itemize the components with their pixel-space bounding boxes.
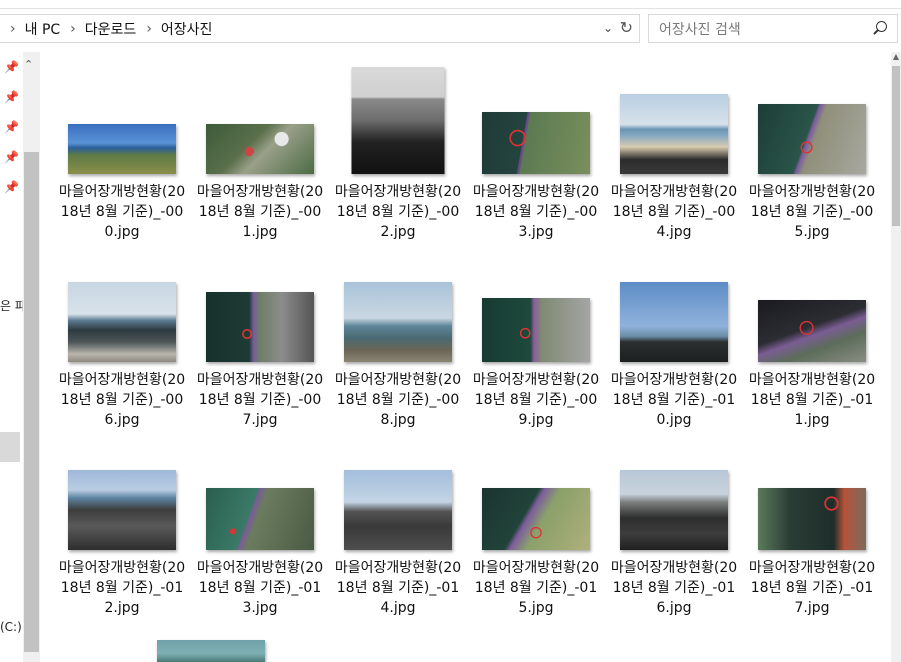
breadcrumb-downloads[interactable]: 다운로드	[85, 19, 137, 39]
file-thumbnail[interactable]	[157, 640, 265, 662]
file-thumbnail[interactable]	[758, 104, 866, 174]
file-name[interactable]: 마을어장개방현황(2018년 8월 기준)_-012.jpg	[57, 558, 187, 618]
scroll-up-icon[interactable]: ⌃	[24, 58, 33, 71]
breadcrumb-this-pc[interactable]: 내 PC	[25, 19, 61, 39]
file-name[interactable]: 마을어장개방현황(2018년 8월 기준)_-004.jpg	[609, 182, 739, 242]
content-scrollbar-thumb[interactable]	[892, 66, 900, 226]
file-thumbnail[interactable]	[351, 67, 445, 174]
file-name[interactable]: 마을어장개방현황(2018년 8월 기준)_-017.jpg	[747, 558, 877, 618]
file-name[interactable]: 마을어장개방현황(2018년 8월 기준)_-005.jpg	[747, 182, 877, 242]
chevron-down-icon[interactable]: ⌄	[603, 21, 613, 35]
file-name[interactable]: 마을어장개방현황(2018년 8월 기준)_-015.jpg	[471, 558, 601, 618]
pin-icon[interactable]: 📌	[4, 150, 19, 164]
search-input[interactable]: 어장사진 검색	[659, 19, 869, 39]
file-thumbnail[interactable]	[344, 470, 452, 550]
file-thumbnail[interactable]	[758, 488, 866, 550]
refresh-icon[interactable]: ↻	[620, 18, 633, 37]
chevron-right-icon[interactable]: ›	[146, 21, 152, 37]
file-name[interactable]: 마을어장개방현황(2018년 8월 기준)_-000.jpg	[57, 182, 187, 242]
pin-icon[interactable]: 📌	[4, 180, 19, 194]
address-bar[interactable]: › 내 PC › 다운로드 › 어장사진 ⌄ ↻	[0, 14, 640, 43]
file-thumbnail[interactable]	[68, 470, 176, 550]
search-icon[interactable]	[869, 18, 891, 40]
file-name[interactable]: 마을어장개방현황(2018년 8월 기준)_-006.jpg	[57, 370, 187, 430]
file-thumbnail[interactable]	[344, 282, 452, 362]
content-scrollbar[interactable]: ▲	[891, 52, 901, 662]
file-name[interactable]: 마을어장개방현황(2018년 8월 기준)_-002.jpg	[333, 182, 463, 242]
file-thumbnail[interactable]	[620, 470, 728, 550]
nav-scrollbar-thumb[interactable]	[24, 152, 39, 652]
chevron-right-icon[interactable]: ›	[70, 21, 76, 37]
file-thumbnail[interactable]	[206, 488, 314, 550]
file-thumbnail[interactable]	[68, 124, 176, 174]
window-top-edge	[0, 0, 901, 9]
file-name[interactable]: 마을어장개방현황(2018년 8월 기준)_-016.jpg	[609, 558, 739, 618]
file-thumbnail[interactable]	[206, 124, 314, 174]
file-name[interactable]: 마을어장개방현황(2018년 8월 기준)_-009.jpg	[471, 370, 601, 430]
file-name[interactable]: 마을어장개방현황(2018년 8월 기준)_-014.jpg	[333, 558, 463, 618]
file-thumbnail[interactable]	[758, 300, 866, 362]
file-thumbnail[interactable]	[482, 488, 590, 550]
file-thumbnail[interactable]	[206, 292, 314, 362]
file-thumbnail[interactable]	[482, 298, 590, 362]
file-name[interactable]: 마을어장개방현황(2018년 8월 기준)_-007.jpg	[195, 370, 325, 430]
file-thumbnail[interactable]	[482, 112, 590, 174]
search-box[interactable]: 어장사진 검색	[648, 14, 898, 43]
file-name[interactable]: 마을어장개방현황(2018년 8월 기준)_-013.jpg	[195, 558, 325, 618]
breadcrumb-current-folder[interactable]: 어장사진	[161, 19, 213, 39]
navigation-pane: 📌 📌 📌 📌 📌 은 파 (C:) ⌃	[0, 52, 44, 662]
nav-scrollbar[interactable]: ⌃	[23, 52, 40, 662]
pin-icon[interactable]: 📌	[4, 120, 19, 134]
file-name[interactable]: 마을어장개방현황(2018년 8월 기준)_-008.jpg	[333, 370, 463, 430]
file-name[interactable]: 마을어장개방현황(2018년 8월 기준)_-011.jpg	[747, 370, 877, 430]
file-grid: 마을어장개방현황(2018년 8월 기준)_-000.jpg 마을어장개방현황(2…	[46, 52, 891, 662]
nav-item-drive[interactable]: (C:)	[0, 620, 22, 634]
file-thumbnail[interactable]	[620, 94, 728, 174]
file-thumbnail[interactable]	[620, 282, 728, 362]
file-name[interactable]: 마을어장개방현황(2018년 8월 기준)_-010.jpg	[609, 370, 739, 430]
chevron-right-icon[interactable]: ›	[10, 21, 16, 37]
file-name[interactable]: 마을어장개방현황(2018년 8월 기준)_-003.jpg	[471, 182, 601, 242]
scroll-up-icon[interactable]: ▲	[891, 52, 901, 64]
address-row: › 내 PC › 다운로드 › 어장사진 ⌄ ↻ 어장사진 검색	[0, 14, 901, 46]
pin-icon[interactable]: 📌	[4, 90, 19, 104]
file-thumbnail[interactable]	[68, 282, 176, 362]
file-name[interactable]: 마을어장개방현황(2018년 8월 기준)_-001.jpg	[195, 182, 325, 242]
pin-icon[interactable]: 📌	[4, 60, 19, 74]
nav-item-selected[interactable]	[0, 432, 20, 462]
